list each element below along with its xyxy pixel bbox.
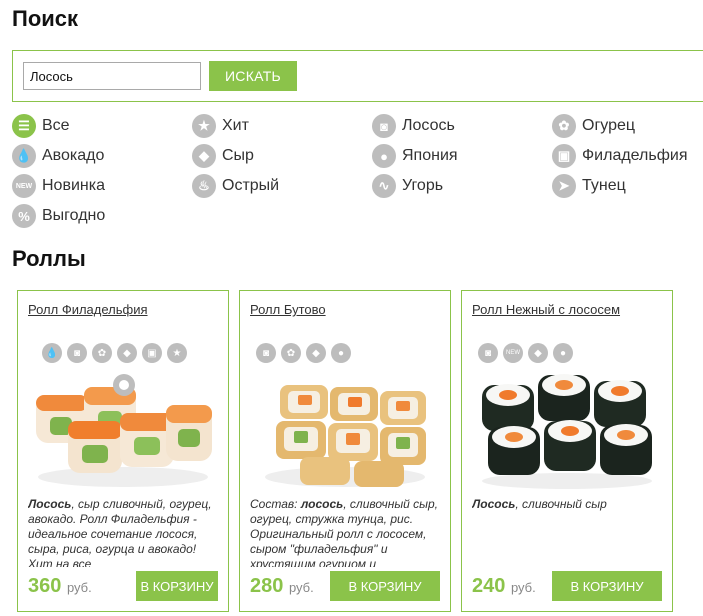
- avocado-icon: 💧: [42, 343, 62, 363]
- avocado-icon: 💧: [12, 144, 36, 168]
- filter-label: Авокадо: [42, 147, 105, 164]
- star-icon: ★: [192, 114, 216, 138]
- cucumber-icon: ✿: [552, 114, 576, 138]
- philadelphia-icon: ▣: [142, 343, 162, 363]
- new-icon: NEW: [503, 343, 523, 363]
- japan-icon: ●: [331, 343, 351, 363]
- filter-all[interactable]: ☰ Все: [12, 113, 70, 139]
- search-input[interactable]: [23, 62, 201, 90]
- filter-label: Угорь: [402, 177, 444, 194]
- product-image[interactable]: [28, 365, 218, 495]
- cheese-icon: ◆: [117, 343, 137, 363]
- product-card: Ролл Филадельфия 💧 ◙ ✿ ◆ ▣ ★ Лосось, сыр…: [17, 290, 229, 612]
- description-highlight: Лосось: [28, 497, 72, 511]
- philadelphia-icon: ▣: [552, 144, 576, 168]
- filter-japan[interactable]: ● Япония: [372, 143, 458, 169]
- description-highlight: Лосось: [472, 497, 516, 511]
- search-button[interactable]: ИСКАТЬ: [209, 61, 297, 91]
- price-currency: руб.: [66, 580, 92, 595]
- salmon-icon: ◙: [372, 114, 396, 138]
- cucumber-icon: ✿: [281, 343, 301, 363]
- product-image[interactable]: [472, 365, 662, 495]
- filter-salmon[interactable]: ◙ Лосось: [372, 113, 455, 139]
- list-icon: ☰: [12, 114, 36, 138]
- product-image[interactable]: [250, 365, 440, 495]
- filter-eel[interactable]: ∿ Угорь: [372, 173, 443, 199]
- percent-icon: %: [12, 204, 36, 228]
- filter-label: Лосось: [402, 117, 455, 134]
- product-card: Ролл Бутово ◙ ✿ ◆ ● Состав: лосось, слив…: [239, 290, 451, 612]
- price-value: 240: [472, 575, 506, 597]
- product-tags: 💧 ◙ ✿ ◆ ▣ ★: [42, 343, 192, 363]
- filter-list: ☰ Все ★ Хит ◙ Лосось ✿ Огурец 💧 Авокадо …: [12, 113, 703, 233]
- product-description: Состав: лосось, сливочный сыр, огурец, с…: [250, 497, 442, 567]
- filter-label: Огурец: [582, 117, 636, 134]
- price-currency: руб.: [288, 580, 314, 595]
- product-description: Лосось, сыр сливочный, огурец, авокадо. …: [28, 497, 220, 567]
- product-tags: ◙ NEW ◆ ●: [478, 343, 578, 363]
- description-prefix: Состав:: [250, 497, 301, 511]
- cheese-icon: ◆: [192, 144, 216, 168]
- spicy-icon: ♨: [192, 174, 216, 198]
- japan-icon: ●: [553, 343, 573, 363]
- product-title[interactable]: Ролл Нежный с лососем: [472, 302, 620, 317]
- product-price: 280 руб.: [250, 575, 314, 598]
- filter-profitable[interactable]: % Выгодно: [12, 203, 105, 229]
- filter-label: Япония: [402, 147, 458, 164]
- filter-label: Сыр: [222, 147, 254, 164]
- cucumber-icon: ✿: [92, 343, 112, 363]
- cheese-icon: ◆: [528, 343, 548, 363]
- japan-icon: ●: [372, 144, 396, 168]
- filter-tuna[interactable]: ➤ Тунец: [552, 173, 626, 199]
- price-value: 360: [28, 575, 62, 597]
- add-to-cart-button[interactable]: В КОРЗИНУ: [136, 571, 218, 601]
- filter-avocado[interactable]: 💧 Авокадо: [12, 143, 104, 169]
- price-currency: руб.: [510, 580, 536, 595]
- filter-label: Новинка: [42, 177, 105, 194]
- filter-label: Все: [42, 117, 70, 134]
- salmon-icon: ◙: [478, 343, 498, 363]
- filter-label: Острый: [222, 177, 280, 194]
- product-price: 240 руб.: [472, 575, 536, 598]
- add-to-cart-button[interactable]: В КОРЗИНУ: [552, 571, 662, 601]
- star-icon: ★: [167, 343, 187, 363]
- tuna-icon: ➤: [552, 174, 576, 198]
- search-panel: ИСКАТЬ: [12, 50, 703, 102]
- filter-philadelphia[interactable]: ▣ Филадельфия: [552, 143, 687, 169]
- salmon-icon: ◙: [67, 343, 87, 363]
- price-value: 280: [250, 575, 284, 597]
- filter-label: Хит: [222, 117, 249, 134]
- product-tags: ◙ ✿ ◆ ●: [256, 343, 356, 363]
- new-icon: NEW: [12, 174, 36, 198]
- rolls-title: Роллы: [12, 246, 86, 271]
- filter-hit[interactable]: ★ Хит: [192, 113, 249, 139]
- filter-label: Выгодно: [42, 207, 106, 224]
- filter-spicy[interactable]: ♨ Острый: [192, 173, 279, 199]
- description-highlight: лосось: [300, 497, 344, 511]
- search-title: Поиск: [12, 6, 79, 31]
- product-price: 360 руб.: [28, 575, 92, 598]
- add-to-cart-button[interactable]: В КОРЗИНУ: [330, 571, 440, 601]
- product-title[interactable]: Ролл Бутово: [250, 302, 326, 317]
- product-card: Ролл Нежный с лососем ◙ NEW ◆ ● Лосось, …: [461, 290, 673, 612]
- description-text: , сливочный сыр: [515, 497, 607, 511]
- salmon-icon: ◙: [256, 343, 276, 363]
- filter-cheese[interactable]: ◆ Сыр: [192, 143, 254, 169]
- filter-new[interactable]: NEW Новинка: [12, 173, 105, 199]
- product-description: Лосось, сливочный сыр: [472, 497, 664, 567]
- filter-label: Тунец: [582, 177, 626, 194]
- filter-cucumber[interactable]: ✿ Огурец: [552, 113, 635, 139]
- eel-icon: ∿: [372, 174, 396, 198]
- filter-label: Филадельфия: [582, 147, 688, 164]
- product-title[interactable]: Ролл Филадельфия: [28, 302, 148, 317]
- cheese-icon: ◆: [306, 343, 326, 363]
